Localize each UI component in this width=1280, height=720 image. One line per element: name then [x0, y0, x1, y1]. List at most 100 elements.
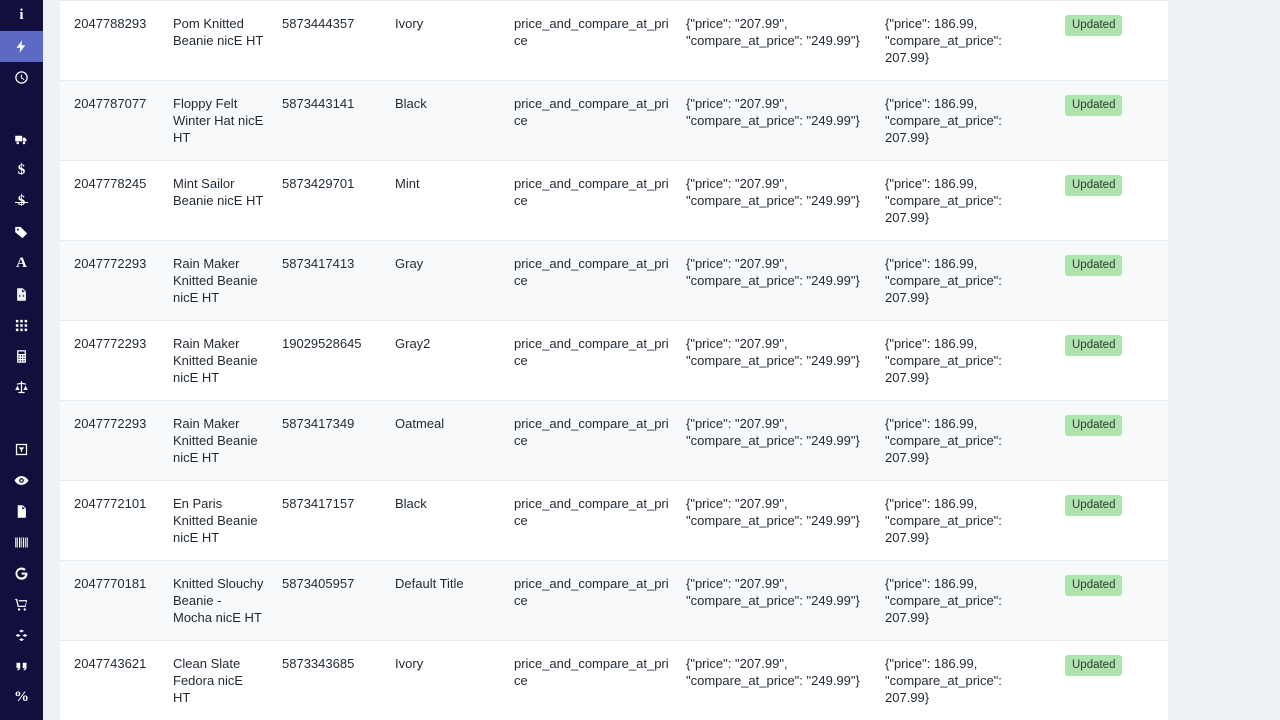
cell-field: price_and_compare_at_price — [514, 400, 686, 481]
sidebar-item-dollar[interactable]: $ — [0, 155, 43, 186]
table-row[interactable]: 2047778245 Mint Sailor Beanie nicE HT 5873… — [60, 160, 1168, 241]
sidebar-item-scales[interactable] — [0, 372, 43, 403]
cell-field: price_and_compare_at_price — [514, 640, 686, 720]
cell-old-value: {"price": "207.99", "compare_at_price": … — [686, 160, 885, 241]
info-icon: i — [19, 7, 24, 23]
table-row[interactable]: 2047772293 Rain Maker Knitted Beanie nicE… — [60, 320, 1168, 401]
sidebar-item-filter-box[interactable] — [0, 434, 43, 465]
cell-variant-title: Ivory — [395, 0, 514, 81]
cell-new-value: {"price": 186.99, "compare_at_price": 20… — [885, 320, 1065, 401]
cell-variant-title: Ivory — [395, 640, 514, 720]
clock-icon — [14, 70, 29, 85]
cell-variant-title: Gray2 — [395, 320, 514, 401]
changes-table-card: 2047788293 Pom Knitted Beanie nicE HT 5873… — [60, 0, 1168, 720]
table-row[interactable]: 2047772293 Rain Maker Knitted Beanie nicE… — [60, 240, 1168, 321]
cell-new-value: {"price": 186.99, "compare_at_price": 20… — [885, 640, 1065, 720]
status-badge: Updated — [1065, 655, 1123, 676]
sidebar-item-quote[interactable] — [0, 651, 43, 682]
changes-table: 2047788293 Pom Knitted Beanie nicE HT 5873… — [60, 0, 1168, 720]
cell-variant-id: 5873417413 — [282, 240, 395, 321]
table-row[interactable]: 2047788293 Pom Knitted Beanie nicE HT 5873… — [60, 0, 1168, 81]
sidebar-item-dollar-strikethrough[interactable]: $ — [0, 186, 43, 217]
cell-status: Updated — [1065, 80, 1168, 161]
status-badge: Updated — [1065, 95, 1123, 116]
cell-product-id: 2047772293 — [60, 320, 173, 401]
sidebar-item-document[interactable] — [0, 496, 43, 527]
table-row[interactable]: 2047743621 Clean Slate Fedora nicE HT 5873… — [60, 640, 1168, 720]
sidebar-item-barcode[interactable] — [0, 527, 43, 558]
cell-variant-id: 5873443141 — [282, 80, 395, 161]
cell-product-id: 2047778245 — [60, 160, 173, 241]
right-pane — [1168, 0, 1280, 720]
cell-variant-title: Black — [395, 80, 514, 161]
cell-status: Updated — [1065, 240, 1168, 321]
table-row[interactable]: 2047770181 Knitted Slouchy Beanie - Mocha… — [60, 560, 1168, 641]
cell-product-id: 2047772293 — [60, 400, 173, 481]
cell-old-value: {"price": "207.99", "compare_at_price": … — [686, 80, 885, 161]
cell-field: price_and_compare_at_price — [514, 160, 686, 241]
cell-variant-id: 19029528645 — [282, 320, 395, 401]
calculator-icon — [14, 349, 29, 364]
cell-product-title: Rain Maker Knitted Beanie nicE HT — [173, 240, 282, 321]
quote-icon — [14, 659, 29, 674]
bolt-icon — [14, 39, 29, 54]
sidebar-item-cubes[interactable] — [0, 620, 43, 651]
cell-variant-id: 5873405957 — [282, 560, 395, 641]
cell-new-value: {"price": 186.99, "compare_at_price": 20… — [885, 0, 1065, 81]
sidebar-item-tag[interactable] — [0, 217, 43, 248]
sidebar-item-cart[interactable] — [0, 589, 43, 620]
table-row[interactable]: 2047772101 En Paris Knitted Beanie nicE H… — [60, 480, 1168, 561]
status-badge: Updated — [1065, 335, 1123, 356]
google-icon — [14, 566, 29, 581]
cell-product-id: 2047772293 — [60, 240, 173, 321]
cell-product-id: 2047788293 — [60, 0, 173, 81]
cell-status: Updated — [1065, 0, 1168, 81]
cell-field: price_and_compare_at_price — [514, 240, 686, 321]
cell-old-value: {"price": "207.99", "compare_at_price": … — [686, 400, 885, 481]
sidebar: i $ $ A% — [0, 0, 43, 720]
cell-old-value: {"price": "207.99", "compare_at_price": … — [686, 240, 885, 321]
cell-field: price_and_compare_at_price — [514, 560, 686, 641]
changes-table-body: 2047788293 Pom Knitted Beanie nicE HT 5873… — [60, 0, 1168, 720]
cell-variant-title: Black — [395, 480, 514, 561]
status-badge: Updated — [1065, 415, 1123, 436]
cell-status: Updated — [1065, 400, 1168, 481]
cell-variant-id: 5873429701 — [282, 160, 395, 241]
table-row[interactable]: 2047787077 Floppy Felt Winter Hat nicE HT… — [60, 80, 1168, 161]
sidebar-item-calculator[interactable] — [0, 341, 43, 372]
sidebar-item-bolt[interactable] — [0, 31, 43, 62]
sidebar-item-truck[interactable] — [0, 124, 43, 155]
cell-status: Updated — [1065, 640, 1168, 720]
file-code-icon — [14, 287, 29, 302]
sidebar-item-letter-a[interactable]: A — [0, 248, 43, 279]
cell-field: price_and_compare_at_price — [514, 80, 686, 161]
cell-old-value: {"price": "207.99", "compare_at_price": … — [686, 0, 885, 81]
tag-icon — [14, 225, 29, 240]
cell-product-title: Knitted Slouchy Beanie - Mocha nicE HT — [173, 560, 282, 641]
cell-field: price_and_compare_at_price — [514, 320, 686, 401]
app-root: i $ $ A% 2047788293Pom Knitted Beanie nicE … — [0, 0, 1280, 720]
sidebar-item-grid[interactable] — [0, 310, 43, 341]
sidebar-item-clock[interactable] — [0, 62, 43, 93]
cell-new-value: {"price": 186.99, "compare_at_price": 20… — [885, 480, 1065, 561]
dollar-strikethrough-icon: $ — [14, 194, 29, 209]
cell-status: Updated — [1065, 560, 1168, 641]
percent-icon: % — [14, 689, 29, 705]
cell-product-title: Clean Slate Fedora nicE HT — [173, 640, 282, 720]
sidebar-item-eye[interactable] — [0, 465, 43, 496]
letter-a-icon: A — [16, 255, 27, 271]
cell-status: Updated — [1065, 480, 1168, 561]
sidebar-item-info[interactable]: i — [0, 0, 43, 31]
cell-old-value: {"price": "207.99", "compare_at_price": … — [686, 480, 885, 561]
sidebar-item-google[interactable] — [0, 558, 43, 589]
cell-old-value: {"price": "207.99", "compare_at_price": … — [686, 640, 885, 720]
cell-field: price_and_compare_at_price — [514, 0, 686, 81]
table-row[interactable]: 2047772293 Rain Maker Knitted Beanie nicE… — [60, 400, 1168, 481]
cell-product-title: Rain Maker Knitted Beanie nicE HT — [173, 320, 282, 401]
status-badge: Updated — [1065, 255, 1123, 276]
sidebar-item-percent[interactable]: % — [0, 682, 43, 713]
cell-variant-id: 5873343685 — [282, 640, 395, 720]
sidebar-item-file-code[interactable] — [0, 279, 43, 310]
status-badge: Updated — [1065, 15, 1123, 36]
